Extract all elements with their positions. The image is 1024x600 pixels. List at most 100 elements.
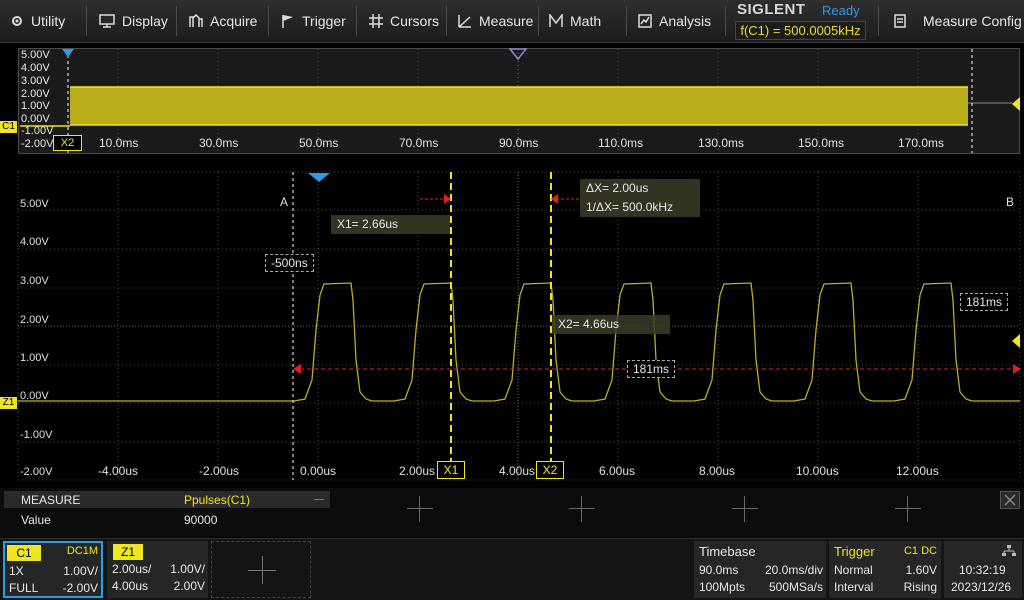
add-measure-slot-icon[interactable]	[407, 496, 433, 522]
monitor-icon	[99, 14, 115, 28]
measure-close-button[interactable]	[1000, 491, 1020, 509]
config-icon	[894, 14, 906, 28]
overview-x-label: 150.0ms	[798, 136, 845, 150]
channel-1-coupling: DC1M	[66, 545, 98, 557]
menu-math[interactable]: Math	[549, 0, 601, 42]
add-measure-slot-icon[interactable]	[569, 496, 595, 522]
x-axis-label: 10.00us	[796, 464, 839, 478]
channel-1-offset: -2.00V	[62, 581, 98, 595]
measure-row-label: Value	[21, 513, 51, 527]
menu-display-label: Display	[122, 13, 168, 29]
span-right-label: 181ms	[960, 293, 1009, 311]
menu-trigger-label: Trigger	[302, 13, 346, 29]
overview-x-label: 170.0ms	[898, 136, 945, 150]
overview-c1-tag[interactable]: C1	[0, 121, 17, 133]
cursor-b-label: B	[1006, 195, 1015, 209]
cursor-x2-tag[interactable]: X2	[536, 461, 564, 479]
x-axis-label: 8.00us	[699, 464, 736, 478]
span-center-label: 181ms	[627, 360, 676, 378]
menu-analysis[interactable]: Analysis	[638, 0, 711, 42]
cursor-inverse-delta-x-readout: 1/ΔX= 500.0kHz	[580, 198, 700, 217]
measure-header: MEASURE	[21, 493, 81, 507]
menu-measure-label: Measure	[479, 13, 534, 29]
trigger-slope: Rising	[903, 580, 937, 594]
overview-x-label: 110.0ms	[598, 136, 644, 150]
x-axis-label: 2.00us	[399, 464, 436, 478]
trigger-type: Interval	[834, 580, 874, 594]
channel-1-probe: 1X	[9, 564, 24, 578]
overview-x-label: 50.0ms	[299, 136, 339, 150]
zoom-1-delay: 4.00us	[112, 579, 149, 593]
measure-panel: MEASURE Ppulses(C1) Value 90000	[0, 488, 1024, 537]
y-axis-label: 1.00V	[20, 352, 49, 364]
cursor-x1-readout: X1= 2.66us	[331, 215, 450, 234]
measure-parameter[interactable]: Ppulses(C1)	[184, 493, 250, 507]
timebase-delay: 90.0ms	[699, 563, 739, 577]
menu-utility[interactable]: Utility	[10, 0, 65, 42]
clock-box[interactable]: 10:32:19 2023/12/26	[944, 541, 1022, 598]
cursor-delta-x-readout: ΔX= 2.00us	[580, 179, 700, 198]
add-measure-slot-icon[interactable]	[895, 496, 921, 522]
menu-math-label: Math	[570, 13, 602, 29]
brand-logo: SIGLENT	[737, 1, 806, 18]
menu-cursors[interactable]: Cursors	[369, 0, 439, 42]
trigger-mode: Normal	[834, 563, 873, 577]
y-axis-label: 2.00V	[20, 314, 49, 326]
trigger-box[interactable]: Trigger C1 DC Normal 1.60V Interval Risi…	[829, 541, 941, 598]
channel-1-bandwidth: FULL	[9, 581, 39, 595]
add-channel-slot[interactable]	[211, 541, 311, 598]
zoom-1-offset: 2.00V	[173, 579, 205, 593]
y-axis-label: 4.00V	[20, 236, 49, 248]
overview-y-label: 1.00V	[21, 100, 50, 112]
zoom-1-box[interactable]: Z1 2.00us/ 1.00V/ 4.00us 2.00V	[107, 541, 208, 598]
flag-icon	[282, 15, 293, 28]
zoom-1-time-scale: 2.00us/	[112, 562, 152, 576]
z1-channel-tag[interactable]: Z1	[0, 397, 17, 409]
menu-display[interactable]: Display	[99, 0, 168, 42]
menu-bar: Utility Display Acquire Trigger Cursors …	[0, 0, 1024, 43]
network-icon	[1002, 545, 1016, 556]
menu-measure-config[interactable]: Measure Config	[893, 0, 1022, 42]
cursor-x2-readout: X2= 4.66us	[552, 315, 670, 334]
cursor-a-label: A	[280, 195, 289, 209]
timebase-memory-depth: 100Mpts	[699, 580, 746, 594]
acquisition-status: Ready	[822, 3, 860, 18]
timebase-box[interactable]: Timebase 90.0ms 20.0ms/div 100Mpts 500MS…	[694, 541, 826, 598]
x-axis-label: 0.00us	[300, 464, 337, 478]
add-measure-slot-icon[interactable]	[732, 496, 758, 522]
menu-analysis-label: Analysis	[659, 13, 712, 29]
y-axis-label: 3.00V	[20, 275, 49, 287]
overview-y-label: -2.00V	[21, 138, 54, 150]
channel-1-tag: C1	[7, 545, 41, 561]
cursors-icon	[369, 14, 383, 28]
menu-trigger[interactable]: Trigger	[281, 0, 346, 42]
x-axis-label: 4.00us	[499, 464, 536, 478]
status-box: SIGLENT Ready f(C1) = 500.0005kHz	[732, 0, 872, 42]
x-axis-label: -2.00us	[199, 464, 240, 478]
y-axis-label: 0.00V	[20, 390, 49, 402]
channel-1-box[interactable]: C1 DC1M 1X 1.00V/ FULL -2.00V	[3, 541, 103, 598]
overview-x-label: 30.0ms	[199, 136, 239, 150]
zoom-1-volt-scale: 1.00V/	[170, 562, 205, 576]
measure-collapse-icon[interactable]	[314, 499, 324, 500]
measure-icon	[458, 15, 471, 28]
acquire-icon	[189, 14, 203, 27]
menu-measure-config-label: Measure Config	[923, 13, 1022, 29]
menu-acquire[interactable]: Acquire	[189, 0, 257, 42]
measure-value: 90000	[184, 513, 218, 527]
trigger-level-marker	[1012, 334, 1020, 348]
overview-y-label: 0.00V	[21, 113, 50, 125]
menu-measure[interactable]: Measure	[458, 0, 533, 42]
timebase-sample-rate: 500MSa/s	[768, 580, 823, 594]
overview-y-label: -1.00V	[21, 125, 54, 137]
overview-y-label: 3.00V	[21, 75, 50, 87]
cursor-x1-tag[interactable]: X1	[437, 461, 465, 479]
trigger-source: C1 DC	[903, 545, 937, 557]
overview-x-label: 130.0ms	[698, 136, 745, 150]
overview-y-label: 4.00V	[21, 62, 50, 74]
y-axis-label: -2.00V	[20, 466, 53, 478]
x-axis-label: 12.00us	[896, 464, 939, 478]
analysis-icon	[638, 14, 652, 28]
overview-x2-tag[interactable]: X2	[53, 135, 82, 151]
trigger-position-marker	[308, 173, 330, 182]
